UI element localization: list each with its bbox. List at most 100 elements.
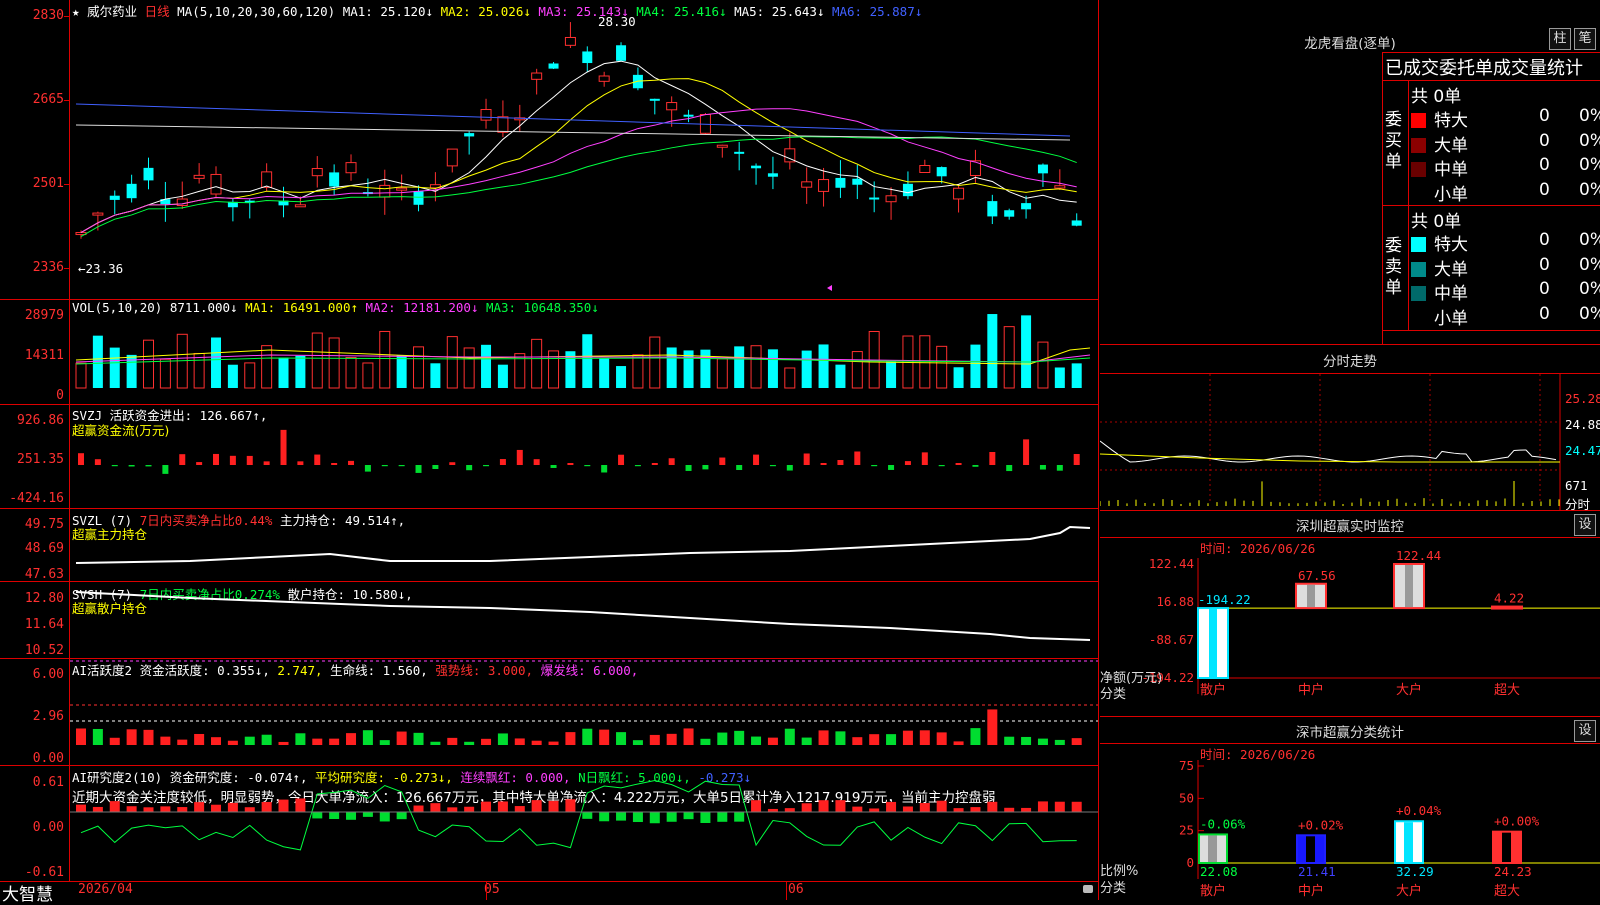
volume-bar-down (1054, 367, 1065, 388)
y-label: 671 (1565, 478, 1588, 493)
sz-class-chart[interactable]: 75 50 25 0 -0.06% 22.08 散户 +0.02% 21.41 中户 +0.04% 3… (1100, 744, 1600, 901)
bar-value-label: 122.44 (1396, 548, 1441, 563)
active-bar (801, 737, 812, 745)
volume-bar-up (143, 339, 155, 389)
volume-bar-up (345, 356, 357, 389)
order-count: 0 (1539, 303, 1550, 324)
research-bar-neg (346, 812, 357, 820)
candle-down (616, 45, 627, 61)
change-label: +0.04% (1396, 803, 1442, 818)
research-bar-pos (430, 803, 441, 812)
research-bar-pos (278, 799, 289, 812)
active-bar (464, 741, 475, 745)
candle-down (767, 173, 778, 177)
intraday-chart[interactable] (1100, 374, 1600, 510)
research-bar-pos (970, 807, 981, 812)
svzl-chart[interactable] (70, 509, 1098, 581)
candle-up (294, 204, 306, 208)
lock-icon[interactable] (1083, 885, 1093, 893)
order-percent: 0% (1579, 254, 1600, 275)
sz-monitor-chart[interactable]: 122.4416.88-88.67-194.22-194.22散户67.56中户… (1100, 538, 1600, 716)
star-icon[interactable]: ★ (72, 4, 80, 19)
fund-bar-out (381, 465, 388, 467)
left-chart-area[interactable]: 2830 2665 2501 2336 ★ 威尔药业 日线 MA(5,10,20… (0, 0, 1100, 905)
y-label: 2501 (32, 176, 64, 191)
volume-bar-down (497, 364, 508, 388)
active-bar (143, 729, 154, 745)
research-bar-neg (616, 812, 627, 821)
candle-down (869, 197, 880, 200)
volume-bar-down (481, 344, 492, 388)
ai-active-chart[interactable] (70, 659, 1098, 765)
ma2-value: MA2: 25.026↓ (440, 4, 531, 19)
svsh-chart[interactable] (70, 582, 1098, 658)
candle-down (1037, 164, 1048, 174)
order-color-swatch (1411, 310, 1426, 326)
y-label: 49.75 (24, 517, 64, 532)
volume-bar-up (379, 330, 391, 389)
active-bar (784, 728, 795, 745)
cursor-marker (827, 285, 832, 291)
active-bar (717, 732, 728, 745)
fund-bar-in (179, 454, 186, 465)
research-bar-pos (852, 806, 863, 812)
active-bar (1054, 739, 1065, 745)
volume-bar-up (919, 335, 931, 389)
volume-chart[interactable] (70, 300, 1098, 404)
volume-bar-down (278, 357, 289, 388)
volume-bar-down (227, 364, 238, 388)
fund-bar-out (550, 465, 557, 468)
y-label: 0.00 (32, 820, 64, 835)
sz-class-settings-button[interactable]: 设 (1574, 720, 1596, 742)
volume-bar-up (1037, 341, 1049, 389)
fund-bar-in (348, 460, 355, 465)
candle-up (801, 181, 813, 188)
fund-bar-in (854, 451, 861, 465)
fund-bar-in (921, 452, 928, 465)
fund-bar-out (483, 465, 490, 467)
research-bar-neg (666, 812, 677, 822)
candle-up (497, 116, 509, 133)
value-label: 21.41 (1298, 864, 1336, 879)
volume-bar-down (818, 344, 829, 388)
fund-bar-out (601, 465, 608, 473)
research-bar-pos (447, 807, 458, 812)
candle-down (683, 114, 694, 117)
y-label: -88.67 (1149, 632, 1194, 647)
ma6-value: MA6: 25.887↓ (831, 4, 923, 19)
order-color-swatch (1411, 162, 1426, 177)
pen-mode-button[interactable]: 笔 (1574, 28, 1596, 50)
active-bar (632, 740, 643, 745)
research-bar-neg (362, 812, 373, 817)
research-bar-pos (531, 800, 542, 812)
y-label: 2665 (32, 92, 64, 107)
order-color-swatch (1411, 261, 1426, 277)
date-label: 06 (788, 882, 804, 897)
research-bar-pos (902, 806, 913, 812)
candlestick-chart[interactable] (70, 20, 1098, 298)
period-label[interactable]: 日线 (145, 4, 170, 19)
sell-total: 共 0单 (1411, 212, 1462, 232)
active-bar (936, 732, 947, 745)
candle-up (1054, 185, 1066, 189)
y-label: 2336 (32, 260, 64, 275)
category-label: 中户 (1298, 883, 1324, 899)
order-type-label: 小单 (1434, 184, 1468, 205)
order-row: 大单 0 0% (1411, 255, 1600, 280)
order-row: 中单 0 0% (1411, 279, 1600, 304)
fund-bar-in (533, 459, 540, 465)
svzj-chart[interactable] (70, 405, 1098, 508)
fund-bar-in (229, 455, 236, 465)
sz-monitor-settings-button[interactable]: 设 (1574, 514, 1596, 536)
active-bar (835, 731, 846, 745)
bar-value-label: -194.22 (1198, 592, 1251, 607)
volume-bar-up (328, 337, 340, 389)
research-bar-pos (514, 806, 525, 812)
fund-bar-out (938, 465, 945, 467)
volume-bar-down (666, 347, 677, 388)
y-label: 10.52 (24, 643, 64, 658)
value-label: 24.23 (1494, 864, 1532, 879)
ai-research-chart[interactable] (70, 766, 1098, 881)
bar-mode-button[interactable]: 柱 (1549, 28, 1571, 50)
volume-bar-down (396, 355, 407, 388)
